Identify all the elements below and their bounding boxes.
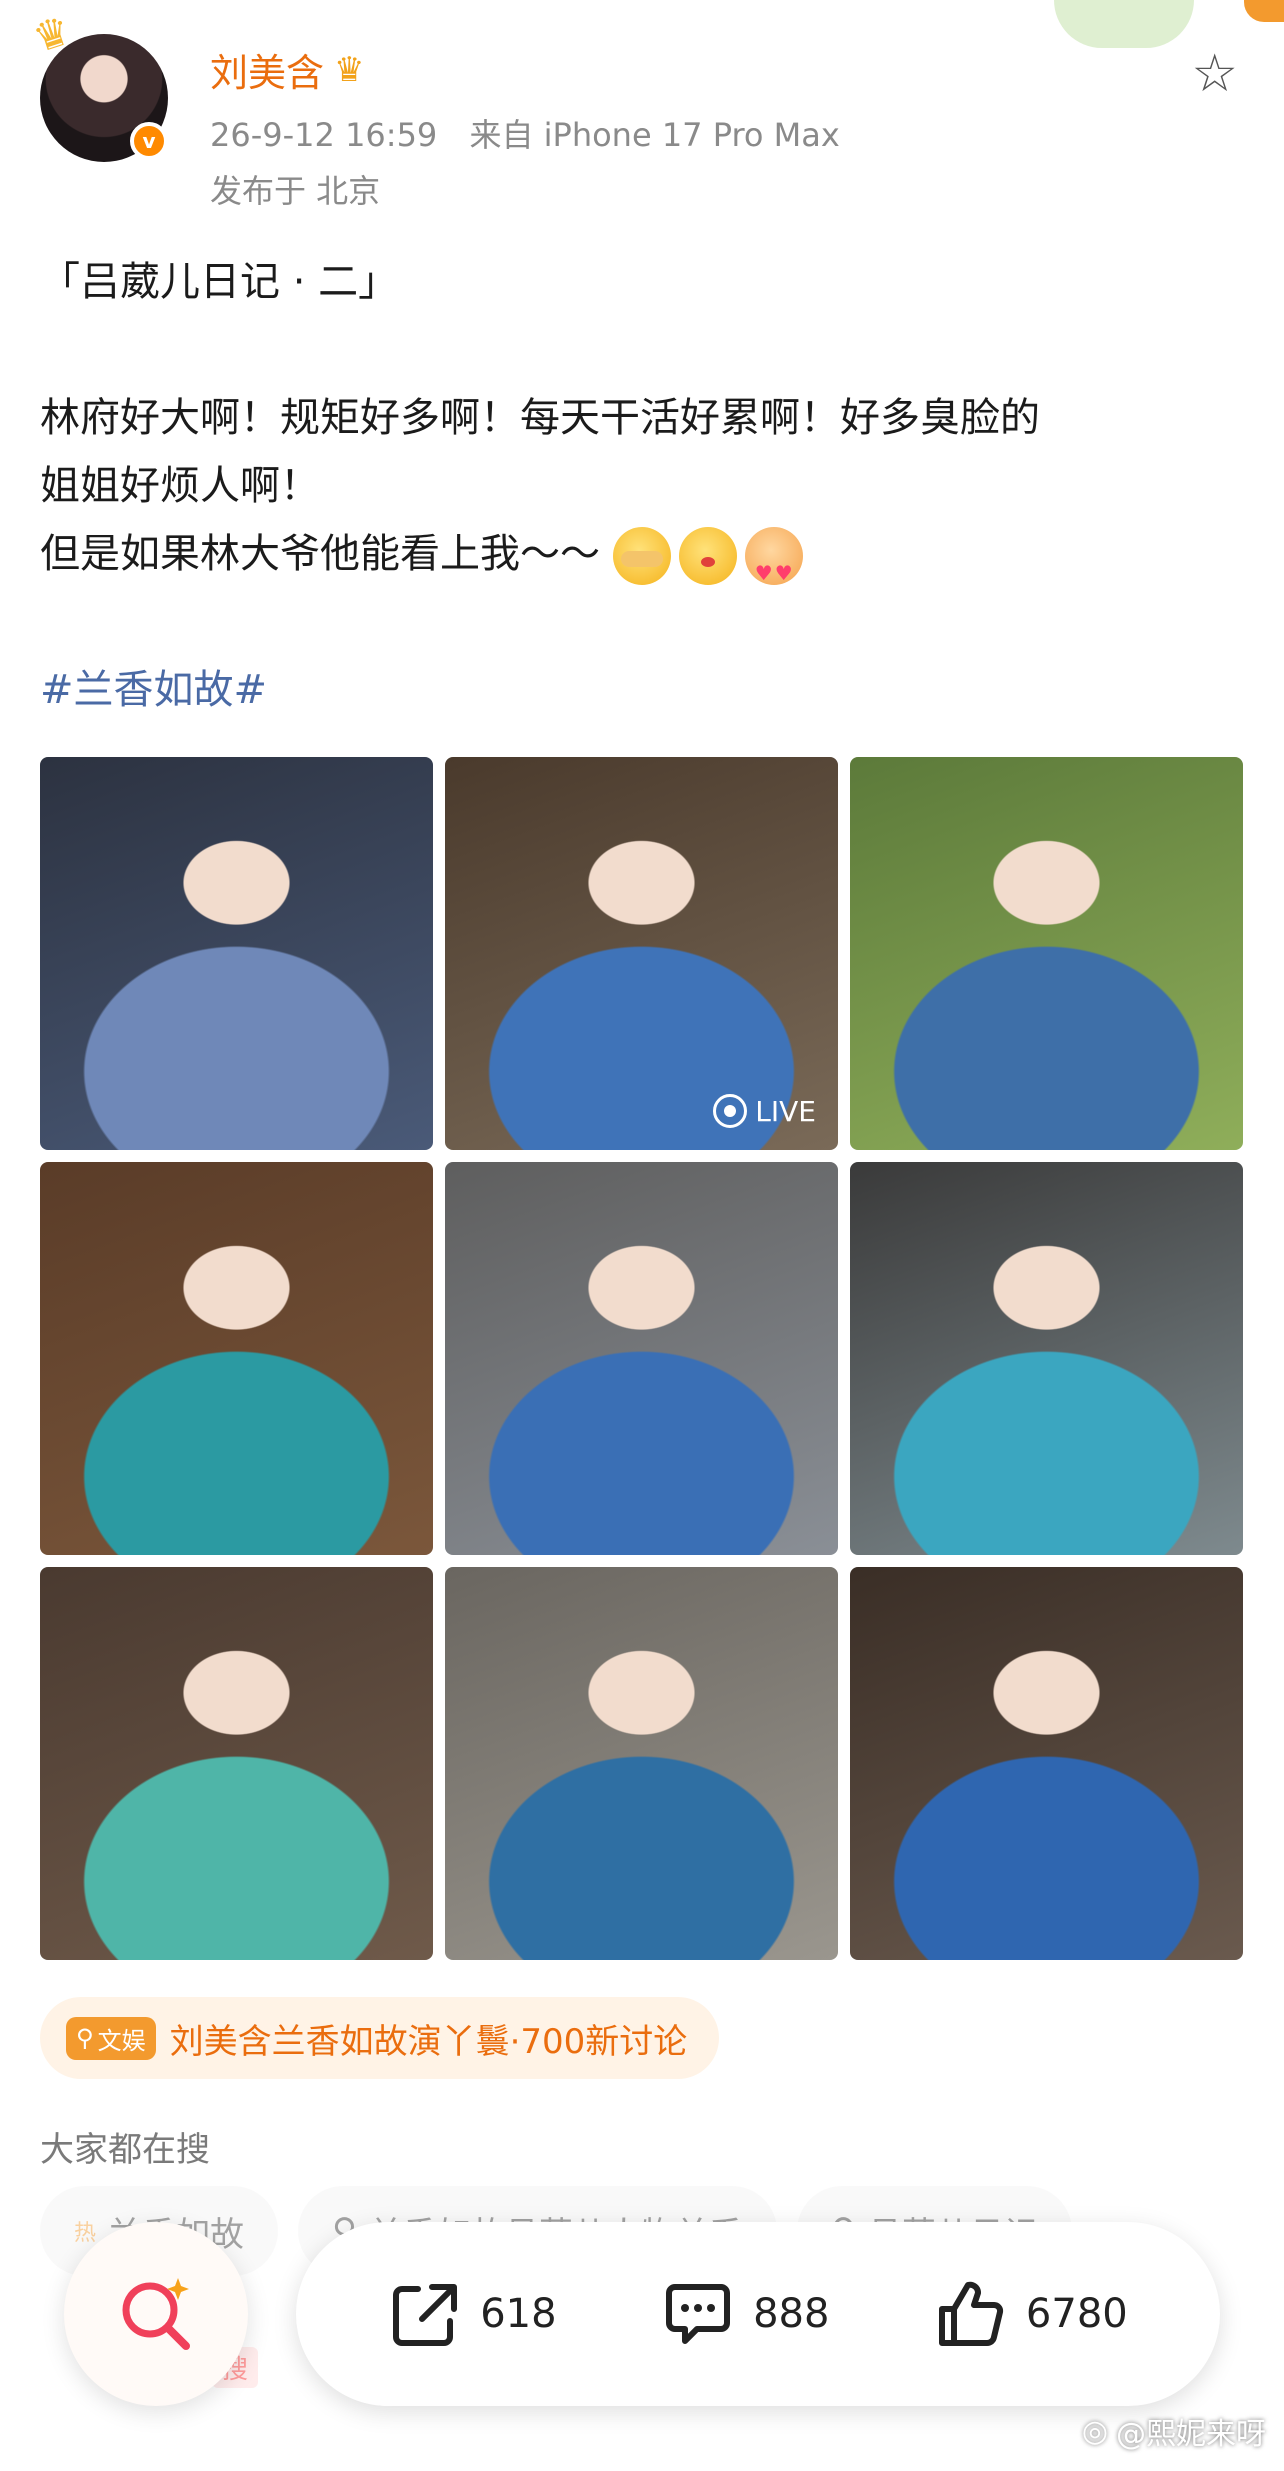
live-label: LIVE [755,1094,816,1128]
topic-chip[interactable]: ⚲ 文娱 刘美含兰香如故演丫鬟·700新讨论 [40,1997,720,2079]
post-date: 26-9-12 16:59 [210,116,438,154]
vip-crown-icon: ♛ [334,49,365,90]
post-title: 「吕葳儿日记 · 二」 [40,259,399,305]
comment-button[interactable]: 888 [661,2277,829,2351]
photo-grid: LIVE [40,757,1244,1960]
action-bar: 618 888 6780 [296,2222,1220,2406]
photo-8[interactable] [445,1567,838,1960]
corner-decoration [1244,0,1284,22]
emoji-group [612,527,803,607]
share-count: 618 [480,2291,557,2337]
topic-text: 刘美含兰香如故演丫鬟·700新讨论 [169,2021,688,2062]
post-line: 林府好大啊！规矩好多啊！每天干活好累啊！好多臭脸的 [40,395,1040,441]
username-row[interactable]: 刘美含 ♛ [210,42,365,97]
post-line: 姐姐好烦人啊！ [40,463,320,509]
like-button[interactable]: 6780 [934,2277,1128,2351]
share-button[interactable]: 618 [388,2277,557,2351]
watermark: ◎ @熙妮来呀 [1082,2409,1266,2453]
photo-1[interactable] [40,757,433,1150]
username[interactable]: 刘美含 [210,42,324,97]
post-location: 发布于 北京 [210,172,381,210]
thumbs-up-icon [938,2281,1003,2346]
post-meta: 26-9-12 16:59 来自 iPhone 17 Pro Max [210,110,840,156]
photo-4[interactable] [40,1162,433,1555]
search-fab-button[interactable] [64,2222,248,2406]
drool-emoji-icon [678,527,737,585]
share-icon [393,2284,458,2346]
photo-5[interactable] [445,1162,838,1555]
like-count: 6780 [1025,2291,1128,2337]
favorite-star-icon[interactable]: ☆ [1191,48,1238,100]
verified-icon: v [130,122,168,160]
post-content: 「吕葳儿日记 · 二」 林府好大啊！规矩好多啊！每天干活好累啊！好多臭脸的 姐姐… [40,248,1240,724]
cover-face-emoji-icon [612,527,671,585]
photo-2[interactable]: LIVE [445,757,838,1150]
photo-9[interactable] [850,1567,1243,1960]
weibo-logo-icon: ◎ [1081,2413,1108,2449]
header-decoration [1054,0,1194,48]
heart-eyes-emoji-icon [744,527,803,607]
topic-tag: ⚲ 文娱 [66,2016,156,2060]
comment-count: 888 [753,2291,830,2337]
hot-badge: 热 [74,2221,97,2246]
post-line: 但是如果林大爷他能看上我～～ [40,531,600,577]
photo-6[interactable] [850,1162,1243,1555]
live-badge: LIVE [713,1094,816,1128]
live-photo-icon [713,1094,748,1128]
watermark-text: @熙妮来呀 [1116,2417,1266,2452]
search-sparkle-icon [122,2278,190,2350]
topic-tag-label: 文娱 [97,2026,146,2055]
post-line-with-emoji: 但是如果林大爷他能看上我～～ [40,520,1240,607]
hashtag-link[interactable]: #兰香如故# [40,656,1240,724]
comment-icon [666,2284,731,2344]
photo-3[interactable] [850,757,1243,1150]
photo-7[interactable] [40,1567,433,1960]
post-source: 来自 iPhone 17 Pro Max [469,116,840,154]
search-heading: 大家都在搜 [40,2130,210,2170]
user-avatar[interactable]: ♛ v [28,8,168,162]
search-icon: ⚲ [76,2024,94,2052]
